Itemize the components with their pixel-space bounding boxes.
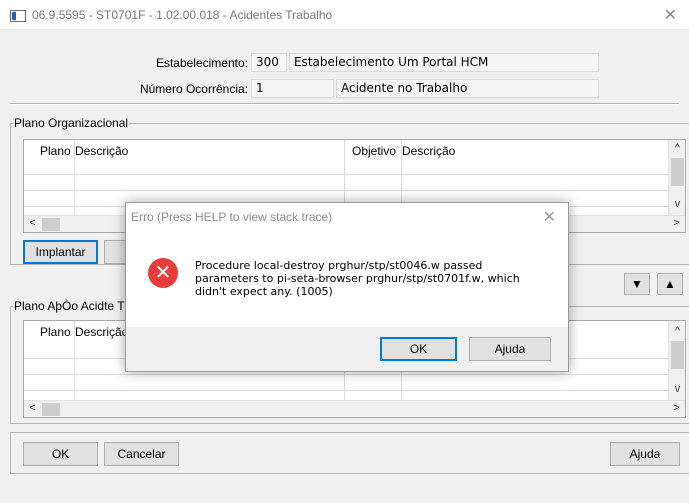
col-header-descricao[interactable]: Descrição: [75, 144, 128, 158]
cancel-button[interactable]: Cancelar: [104, 442, 179, 466]
col-header-plano[interactable]: Plano: [40, 325, 71, 339]
col-header-descricao[interactable]: Descrição: [75, 325, 128, 339]
estabelecimento-code-field[interactable]: 300: [251, 53, 287, 72]
scroll-thumb[interactable]: [671, 158, 684, 186]
app-window-icon: [10, 10, 26, 22]
scroll-thumb[interactable]: [42, 218, 60, 231]
move-down-button[interactable]: ▼: [624, 273, 650, 295]
dialog-help-button[interactable]: Ajuda: [469, 337, 551, 361]
table-row[interactable]: [24, 374, 669, 375]
arrow-up-icon: ▲: [664, 277, 676, 291]
col-header-descricao-2[interactable]: Descrição: [402, 144, 455, 158]
move-up-button[interactable]: ▲: [657, 273, 683, 295]
table-row[interactable]: [24, 390, 669, 391]
scroll-right-icon[interactable]: >: [668, 217, 685, 229]
scroll-right-icon[interactable]: >: [668, 402, 685, 414]
dialog-footer: OK Ajuda: [126, 327, 568, 371]
error-icon: ✕: [148, 258, 178, 288]
ocorrencia-desc-field: Acidente no Trabalho: [336, 79, 599, 98]
implantar-button[interactable]: Implantar: [23, 240, 98, 264]
error-message-line: didn't expect any. (1005): [195, 285, 333, 298]
estabelecimento-label: Estabelecimento:: [155, 56, 248, 70]
table-row[interactable]: [24, 190, 669, 191]
ocorrencia-number-field[interactable]: 1: [251, 79, 334, 98]
col-header-plano[interactable]: Plano: [40, 144, 71, 158]
error-message: Procedure local-destroy prghur/stp/st004…: [195, 259, 545, 298]
scroll-left-icon[interactable]: <: [24, 217, 41, 229]
vertical-scrollbar[interactable]: ^ v: [668, 321, 685, 400]
scroll-thumb[interactable]: [42, 403, 60, 416]
error-message-line: parameters to pi-seta-browser prghur/stp…: [195, 272, 520, 285]
dialog-close-icon[interactable]: ✕: [543, 207, 556, 227]
plano-org-label: Plano Organizacional: [13, 116, 130, 130]
col-header-objetivo[interactable]: Objetivo: [352, 144, 396, 158]
window-close-icon[interactable]: ✕: [664, 5, 677, 25]
horizontal-scrollbar[interactable]: < >: [24, 400, 685, 417]
ocorrencia-label: Número Ocorrência:: [139, 82, 248, 96]
scroll-up-icon[interactable]: ^: [669, 142, 685, 154]
arrow-down-icon: ▼: [631, 277, 643, 291]
scroll-up-icon[interactable]: ^: [669, 325, 685, 337]
vertical-scrollbar[interactable]: ^ v: [668, 140, 685, 215]
estabelecimento-name-field: Estabelecimento Um Portal HCM: [289, 53, 599, 72]
error-dialog: Erro (Press HELP to view stack trace) ✕ …: [125, 202, 569, 372]
ok-button[interactable]: OK: [23, 442, 98, 466]
scroll-left-icon[interactable]: <: [24, 402, 41, 414]
scroll-down-icon[interactable]: v: [669, 383, 685, 395]
plano-acao-label: Plano AþÒo Acidte T: [13, 299, 126, 313]
scroll-thumb[interactable]: [671, 341, 684, 369]
error-message-line: Procedure local-destroy prghur/stp/st004…: [195, 259, 483, 272]
dialog-ok-button[interactable]: OK: [380, 337, 457, 361]
scroll-down-icon[interactable]: v: [669, 198, 685, 210]
window-title: 06.9.5595 - ST0701F - 1.02.00.018 - Acid…: [32, 8, 333, 22]
title-bar: 06.9.5595 - ST0701F - 1.02.00.018 - Acid…: [0, 0, 689, 30]
table-row[interactable]: [24, 174, 669, 175]
help-button[interactable]: Ajuda: [610, 442, 680, 466]
dialog-title: Erro (Press HELP to view stack trace): [131, 210, 333, 224]
